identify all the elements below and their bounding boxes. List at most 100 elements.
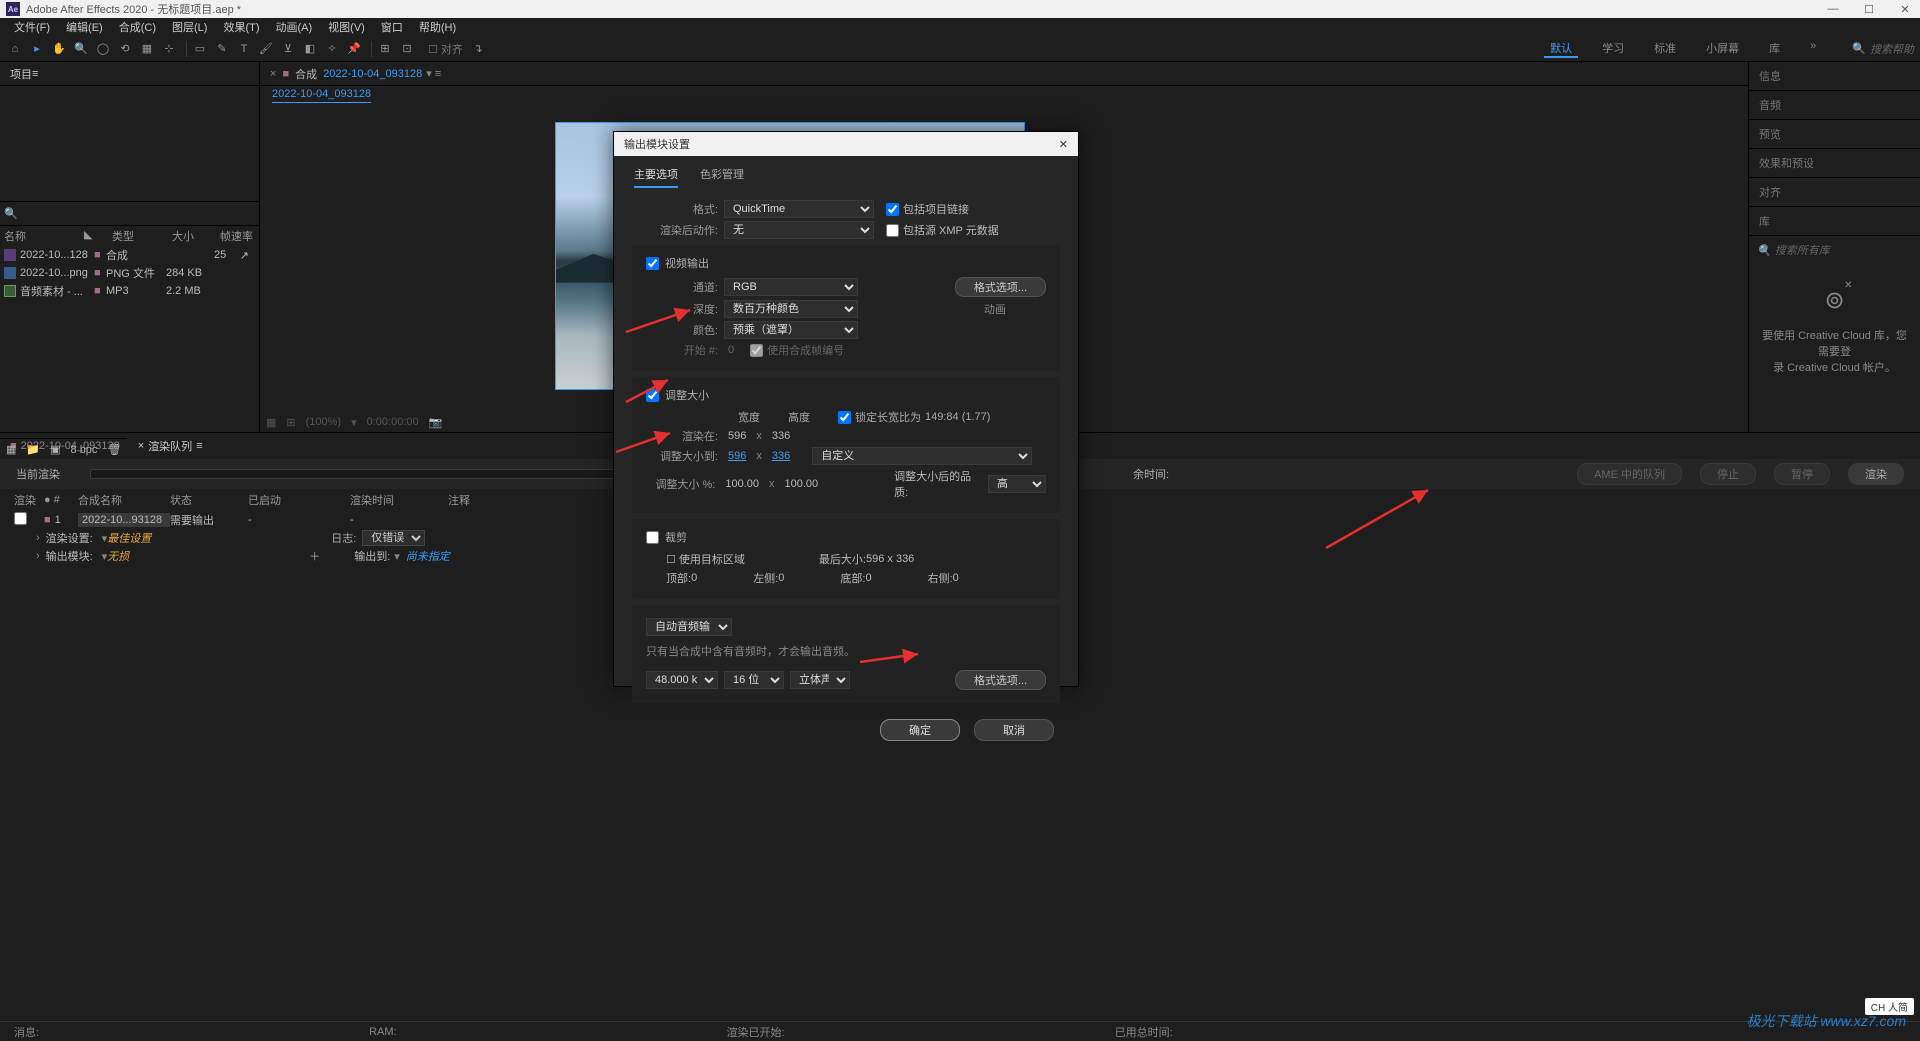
snap-icon[interactable]: ⊞ <box>376 40 394 58</box>
pause-button[interactable]: 暂停 <box>1774 463 1830 485</box>
video-output-checkbox[interactable] <box>646 257 659 270</box>
camera-tool-icon[interactable]: ▦ <box>138 40 156 58</box>
trash-icon[interactable]: 🗑 <box>107 443 121 456</box>
snap-opt-icon[interactable]: ↴ <box>469 40 487 58</box>
cancel-button[interactable]: 取消 <box>974 719 1054 741</box>
menu-window[interactable]: 窗口 <box>373 19 411 35</box>
zoom-value[interactable]: (100%) <box>306 416 341 428</box>
folder-icon[interactable]: 📁 <box>26 443 40 456</box>
comp-name[interactable]: 2022-10-04_093128 <box>323 68 422 80</box>
panel-preview[interactable]: 预览 <box>1749 120 1920 149</box>
log-select[interactable]: 仅错误 <box>362 530 425 546</box>
col-name[interactable]: 名称 <box>4 228 84 244</box>
tab-main[interactable]: 主要选项 <box>634 166 678 188</box>
tab-color[interactable]: 色彩管理 <box>700 166 744 188</box>
color-select[interactable]: 预乘（遮罩） <box>724 321 858 339</box>
dialog-close-icon[interactable]: ✕ <box>1059 138 1068 151</box>
audio-mode-select[interactable]: 自动音频输出 <box>646 618 732 636</box>
rq-render-checkbox[interactable] <box>14 512 27 525</box>
panel-audio[interactable]: 音频 <box>1749 91 1920 120</box>
resize-quality-select[interactable]: 高 <box>988 475 1046 493</box>
interp-icon[interactable]: ▦ <box>6 443 16 456</box>
text-tool-icon[interactable]: T <box>235 40 253 58</box>
menu-edit[interactable]: 编辑(E) <box>58 19 111 35</box>
menu-effect[interactable]: 效果(T) <box>215 19 267 35</box>
ot-link[interactable]: 尚未指定 <box>406 548 450 564</box>
res-icon[interactable]: ▦ <box>266 416 276 429</box>
rs-link[interactable]: 最佳设置 <box>107 530 151 546</box>
project-row[interactable]: 2022-10...png ■ PNG 文件 284 KB <box>0 264 259 282</box>
stamp-tool-icon[interactable]: ⊻ <box>279 40 297 58</box>
audio-channel-select[interactable]: 立体声 <box>790 671 850 689</box>
close-button[interactable]: ✕ <box>1896 3 1914 16</box>
channel-select[interactable]: RGB <box>724 278 858 296</box>
project-tab[interactable]: 项目 ≡ <box>0 62 259 86</box>
post-select[interactable]: 无 <box>724 221 874 239</box>
snap2-icon[interactable]: ⊡ <box>398 40 416 58</box>
home-icon[interactable]: ⌂ <box>6 40 24 58</box>
bpc-toggle[interactable]: 8 bpc <box>71 444 98 456</box>
hand-tool-icon[interactable]: ✋ <box>50 40 68 58</box>
audio-format-options-button[interactable]: 格式选项... <box>955 670 1046 690</box>
orbit-tool-icon[interactable]: ◯ <box>94 40 112 58</box>
col-fr[interactable]: 帧速率 <box>220 228 255 244</box>
panel-library[interactable]: 库 <box>1749 207 1920 236</box>
audio-bit-select[interactable]: 16 位 <box>724 671 784 689</box>
workspace-lib[interactable]: 库 <box>1763 40 1786 58</box>
eraser-tool-icon[interactable]: ◧ <box>301 40 319 58</box>
library-search[interactable]: 🔍 搜索所有库 <box>1749 236 1920 264</box>
menu-layer[interactable]: 图层(L) <box>164 19 215 35</box>
anchor-tool-icon[interactable]: ⊹ <box>160 40 178 58</box>
pen-tool-icon[interactable]: ✎ <box>213 40 231 58</box>
dialog-titlebar[interactable]: 输出模块设置 ✕ <box>614 132 1078 156</box>
project-row[interactable]: 音频素材 - ... ■ MP3 2.2 MB <box>0 282 259 300</box>
selection-tool-icon[interactable]: ▸ <box>28 40 46 58</box>
ok-button[interactable]: 确定 <box>880 719 960 741</box>
stop-button[interactable]: 停止 <box>1700 463 1756 485</box>
project-search[interactable]: 🔍 <box>0 202 259 226</box>
timecode[interactable]: 0:00:00:00 <box>367 416 419 428</box>
workspace-standard[interactable]: 标准 <box>1648 40 1682 58</box>
om-link[interactable]: 无损 <box>107 548 129 564</box>
include-xmp-checkbox[interactable] <box>886 224 899 237</box>
panel-effects[interactable]: 效果和预设 <box>1749 149 1920 178</box>
format-options-button[interactable]: 格式选项... <box>955 277 1046 297</box>
resize-checkbox[interactable] <box>646 389 659 402</box>
help-search[interactable]: 🔍 搜索帮助 <box>1852 41 1914 57</box>
include-link-checkbox[interactable] <box>886 203 899 216</box>
col-size[interactable]: 大小 <box>172 228 220 244</box>
workspace-default[interactable]: 默认 <box>1544 40 1578 58</box>
resize-h-input[interactable]: 336 <box>772 450 790 462</box>
depth-select[interactable]: 数百万种颜色 <box>724 300 858 318</box>
add-output-icon[interactable]: ＋ <box>309 548 320 564</box>
maximize-button[interactable]: ☐ <box>1860 3 1878 16</box>
lock-aspect-checkbox[interactable] <box>838 411 851 424</box>
dpr-icon[interactable]: ▾ <box>351 416 357 429</box>
panel-info[interactable]: 信息 <box>1749 62 1920 91</box>
menu-anim[interactable]: 动画(A) <box>268 19 321 35</box>
comp-breadcrumb[interactable]: 2022-10-04_093128 <box>260 86 1748 106</box>
workspace-small[interactable]: 小屏幕 <box>1700 40 1745 58</box>
audio-rate-select[interactable]: 48.000 kHz <box>646 671 718 689</box>
guides-icon[interactable]: ⊞ <box>286 416 295 429</box>
roto-tool-icon[interactable]: ✧ <box>323 40 341 58</box>
menu-comp[interactable]: 合成(C) <box>111 19 164 35</box>
menu-view[interactable]: 视图(V) <box>320 19 373 35</box>
ame-queue-button[interactable]: AME 中的队列 <box>1577 463 1682 485</box>
puppet-tool-icon[interactable]: 📌 <box>345 40 363 58</box>
resize-preset-select[interactable]: 自定义 <box>812 447 1032 465</box>
format-select[interactable]: QuickTime <box>724 200 874 218</box>
comp-new-icon[interactable]: ▣ <box>50 443 60 456</box>
col-type[interactable]: 类型 <box>112 228 172 244</box>
brush-tool-icon[interactable]: 🖌 <box>257 40 275 58</box>
crop-checkbox[interactable] <box>646 531 659 544</box>
rotate-tool-icon[interactable]: ⟲ <box>116 40 134 58</box>
project-row[interactable]: 2022-10...128 ■ 合成 25 ↗ <box>0 246 259 264</box>
panel-align[interactable]: 对齐 <box>1749 178 1920 207</box>
menu-file[interactable]: 文件(F) <box>6 19 58 35</box>
rect-tool-icon[interactable]: ▭ <box>191 40 209 58</box>
zoom-tool-icon[interactable]: 🔍 <box>72 40 90 58</box>
render-button[interactable]: 渲染 <box>1848 463 1904 485</box>
menu-help[interactable]: 帮助(H) <box>411 19 464 35</box>
workspace-learn[interactable]: 学习 <box>1596 40 1630 58</box>
